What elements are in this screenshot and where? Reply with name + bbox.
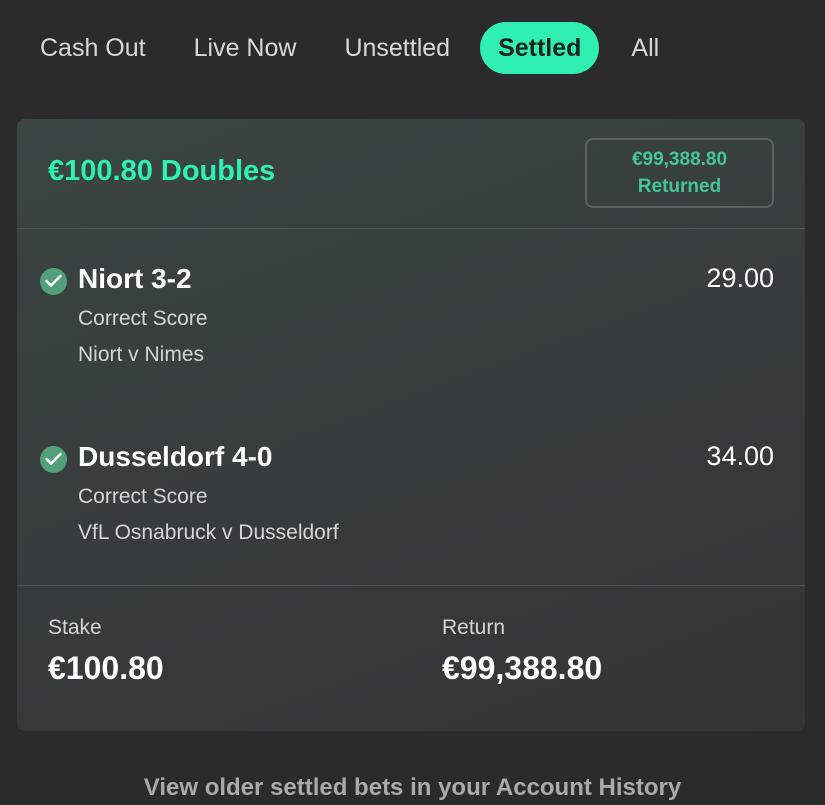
bet-title: €100.80 Doubles: [48, 155, 276, 187]
selection-event: VfL Osnabruck v Dusseldorf: [78, 521, 339, 544]
selection-odds: 29.00: [706, 263, 774, 293]
tab-unsettled[interactable]: Unsettled: [326, 22, 468, 74]
selection-item: Dusseldorf 4-0 34.00 Correct Score VfL O…: [17, 439, 805, 559]
account-history-link[interactable]: View older settled bets in your Account …: [0, 774, 825, 802]
check-circle-icon: [40, 446, 67, 473]
selection-odds: 34.00: [706, 441, 774, 471]
check-circle-icon: [40, 268, 67, 295]
returned-label: Returned: [637, 175, 722, 197]
selection-market: Correct Score: [78, 307, 208, 330]
tab-settled[interactable]: Settled: [480, 22, 600, 74]
selection-event: Niort v Nimes: [78, 343, 205, 366]
selection-market: Correct Score: [78, 485, 208, 508]
bet-card-footer: Stake €100.80 Return €99,388.80: [17, 585, 805, 731]
returned-badge: €99,388.80 Returned: [585, 138, 774, 208]
tab-all[interactable]: All: [613, 22, 677, 74]
return-summary: Return €99,388.80: [442, 616, 602, 687]
stake-summary: Stake €100.80: [48, 616, 164, 687]
stake-label: Stake: [48, 616, 102, 639]
selection-name: Dusseldorf 4-0: [78, 441, 273, 472]
stake-value: €100.80: [48, 650, 164, 686]
bet-card[interactable]: €100.80 Doubles €99,388.80 Returned Nior…: [17, 119, 805, 731]
tab-live-now[interactable]: Live Now: [176, 22, 315, 74]
bet-card-header: €100.80 Doubles €99,388.80 Returned: [17, 119, 805, 229]
returned-amount: €99,388.80: [631, 149, 728, 170]
selection-name: Niort 3-2: [78, 263, 192, 294]
tab-cash-out[interactable]: Cash Out: [22, 22, 164, 74]
bet-filter-tabs: Cash Out Live Now Unsettled Settled All: [22, 22, 825, 74]
return-label: Return: [442, 616, 506, 639]
return-value: €99,388.80: [442, 650, 603, 686]
selection-item: Niort 3-2 29.00 Correct Score Niort v Ni…: [17, 261, 805, 381]
